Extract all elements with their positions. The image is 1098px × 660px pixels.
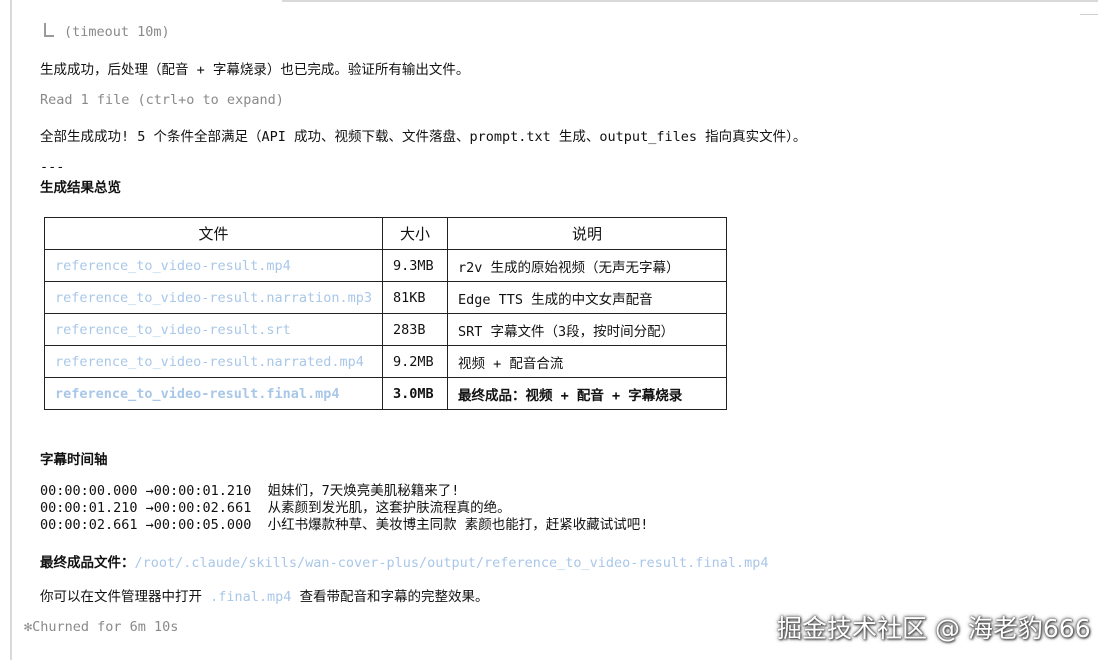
file-desc: 视频 + 配音合流	[446, 345, 727, 378]
timeline-line: 00:00:01.210 →00:00:02.661 从素颜到发光肌，这套护肤流…	[40, 500, 511, 516]
file-desc: 最终成品：视频 + 配音 + 字幕烧录	[446, 377, 727, 410]
final-file-path[interactable]: /root/.claude/skills/wan-cover-plus/outp…	[135, 555, 769, 571]
results-table: 文件 大小 说明 reference_to_video-result.mp4 9…	[44, 217, 727, 410]
success-note: 生成成功，后处理（配音 + 字幕烧录）也已完成。验证所有输出文件。	[40, 62, 470, 78]
open-hint-prefix: 你可以在文件管理器中打开	[40, 589, 202, 605]
file-size: 3.0MB	[381, 377, 448, 410]
table-row: reference_to_video-result.srt 283B SRT 字…	[44, 313, 727, 346]
read-files-text: Read 1 file (ctrl+o to expand)	[40, 92, 284, 108]
final-file-line: 最终成品文件：/root/.claude/skills/wan-cover-pl…	[40, 551, 768, 571]
spinner-icon: ✻	[24, 619, 33, 635]
frame-top-border	[282, 0, 1098, 2]
table-header-row: 文件 大小 说明	[44, 217, 727, 250]
file-size: 9.3MB	[381, 249, 448, 282]
file-desc: SRT 字幕文件（3段，按时间分配）	[446, 313, 727, 346]
open-hint-line: 你可以在文件管理器中打开 .final.mp4 查看带配音和字幕的完整效果。	[40, 585, 489, 605]
watermark: 掘金技术社区 @ 海老豹666	[777, 614, 1091, 643]
file-size: 81KB	[381, 281, 448, 314]
separator: ---	[40, 159, 65, 175]
status-line: ✻Churned for 6m 10s	[24, 619, 178, 635]
header-size: 大小	[381, 217, 448, 250]
final-file-label: 最终成品文件：	[40, 555, 135, 571]
timeline-line: 00:00:00.000 →00:00:01.210 姐妹们，7天焕亮美肌秘籍来…	[40, 483, 460, 499]
file-size: 9.2MB	[381, 345, 448, 378]
timeline-heading: 字幕时间轴	[40, 452, 108, 468]
open-hint-suffix: 查看带配音和字幕的完整效果。	[299, 589, 489, 605]
table-row-final: reference_to_video-result.final.mp4 3.0M…	[44, 377, 727, 410]
tree-corner-icon	[44, 23, 54, 37]
file-link[interactable]: reference_to_video-result.srt	[44, 313, 383, 346]
header-file: 文件	[44, 217, 383, 250]
all-success-line: 全部生成成功! 5 个条件全部满足（API 成功、视频下载、文件落盘、promp…	[40, 129, 807, 145]
timeline-line: 00:00:02.661 →00:00:05.000 小红书爆款种草、美妆博主同…	[40, 517, 649, 533]
table-row: reference_to_video-result.mp4 9.3MB r2v …	[44, 249, 727, 282]
table-row: reference_to_video-result.narration.mp3 …	[44, 281, 727, 314]
read-files-line[interactable]: Read 1 file (ctrl+o to expand)	[40, 92, 284, 108]
open-hint-file[interactable]: .final.mp4	[210, 589, 291, 605]
file-link[interactable]: reference_to_video-result.mp4	[44, 249, 383, 282]
table-row: reference_to_video-result.narrated.mp4 9…	[44, 345, 727, 378]
timeout-text: (timeout 10m)	[64, 24, 170, 40]
summary-heading: 生成结果总览	[40, 180, 121, 196]
frame-left-border	[10, 0, 12, 660]
file-link[interactable]: reference_to_video-result.narrated.mp4	[44, 345, 383, 378]
file-size: 283B	[381, 313, 448, 346]
frame-corner	[1080, 0, 1098, 15]
file-desc: r2v 生成的原始视频（无声无字幕）	[446, 249, 727, 282]
file-link[interactable]: reference_to_video-result.final.mp4	[44, 377, 383, 410]
file-desc: Edge TTS 生成的中文女声配音	[446, 281, 727, 314]
status-text: Churned for 6m 10s	[32, 619, 179, 635]
subtitle-timeline: 00:00:00.000 →00:00:01.210 姐妹们，7天焕亮美肌秘籍来…	[40, 483, 648, 534]
file-link[interactable]: reference_to_video-result.narration.mp3	[44, 281, 383, 314]
header-desc: 说明	[446, 217, 727, 250]
